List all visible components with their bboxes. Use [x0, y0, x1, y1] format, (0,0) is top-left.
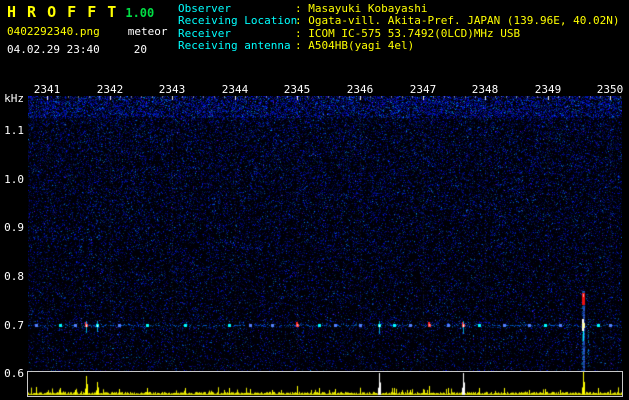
info-separator: :	[295, 14, 308, 27]
info-separator: :	[295, 27, 308, 40]
freq-axis-label: 0.6	[0, 367, 24, 380]
time-axis-label: 2348	[468, 83, 502, 96]
spectrogram-canvas	[28, 96, 622, 373]
time-axis-label: 2345	[280, 83, 314, 96]
mode-label: meteor	[128, 25, 168, 38]
info-label: Receiving Location	[178, 15, 295, 27]
time-axis-label: 2341	[30, 83, 64, 96]
header-left: H R O F F T 1.00 0402292340.png meteor 04.…	[7, 2, 167, 56]
freq-axis: 1.1 1.0 0.9 0.8 0.7 0.6	[0, 0, 24, 400]
count-label: 20	[134, 43, 147, 56]
title-row: H R O F F T 1.00	[7, 2, 167, 21]
info-separator: :	[295, 2, 308, 15]
app-version: 1.00	[125, 6, 154, 20]
hrofft-output-screen: H R O F F T 1.00 0402292340.png meteor 04.…	[0, 0, 629, 400]
time-axis: 2341 2342 2343 2344 2345 2346 2347 2348 2349 2350	[0, 83, 629, 96]
freq-axis-label: 0.8	[0, 270, 24, 283]
time-axis-label: 2346	[343, 83, 377, 96]
info-label: Receiving antenna	[178, 40, 295, 52]
info-value: A504HB(yagi 4el)	[308, 39, 414, 52]
info-value: Masayuki Kobayashi	[308, 2, 427, 15]
info-value: ICOM IC-575 53.7492(0LCD)MHz USB	[308, 27, 520, 40]
time-row: 04.02.29 23:40 20	[7, 43, 167, 56]
freq-axis-label: 0.9	[0, 221, 24, 234]
station-info-block: Observer: Masayuki Kobayashi Receiving Lo…	[178, 3, 620, 53]
time-axis-label: 2350	[593, 83, 627, 96]
station-info-row: Receiving antenna: A504HB(yagi 4el)	[178, 40, 620, 52]
info-separator: :	[295, 39, 308, 52]
signal-level-canvas	[28, 372, 622, 396]
info-value: Ogata-vill. Akita-Pref. JAPAN (139.96E, …	[308, 14, 619, 27]
time-axis-label: 2344	[218, 83, 252, 96]
freq-axis-label: 1.1	[0, 124, 24, 137]
freq-axis-label: 0.7	[0, 319, 24, 332]
time-axis-label: 2347	[406, 83, 440, 96]
freq-axis-label: 1.0	[0, 173, 24, 186]
time-axis-label: 2349	[531, 83, 565, 96]
signal-level-panel	[27, 371, 623, 397]
time-axis-label: 2343	[155, 83, 189, 96]
time-axis-label: 2342	[93, 83, 127, 96]
file-row: 0402292340.png meteor	[7, 25, 167, 38]
